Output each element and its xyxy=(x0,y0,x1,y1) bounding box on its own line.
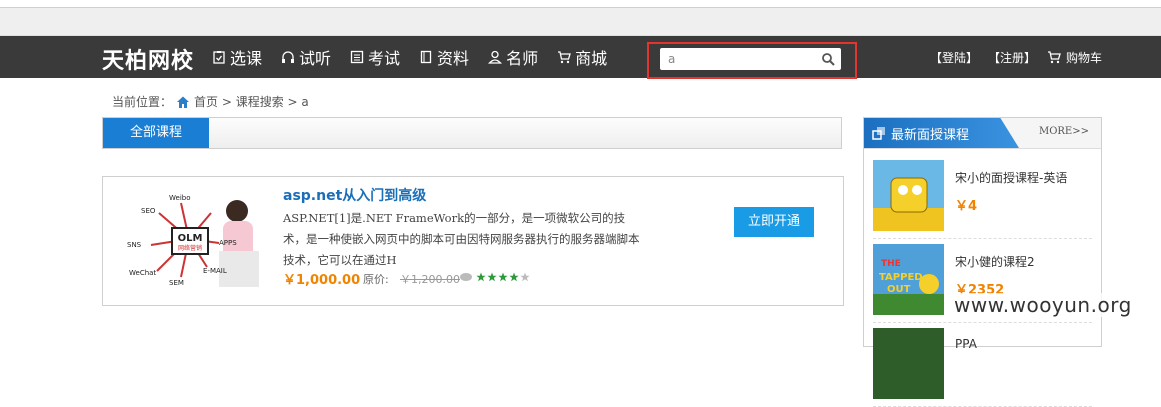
clipboard-check-icon xyxy=(213,51,225,64)
thumb-label-sem: SEM xyxy=(169,279,184,287)
cart-label: 购物车 xyxy=(1066,50,1103,65)
search-input[interactable] xyxy=(668,50,808,68)
course-tab-bar: 全部课程 xyxy=(102,117,842,149)
more-link[interactable]: MORE>> xyxy=(1039,126,1089,137)
thumb-label-wechat: WeChat xyxy=(129,269,156,277)
svg-text:OUT: OUT xyxy=(887,284,911,295)
course-image xyxy=(873,328,944,399)
side-item-name: 宋小健的课程2 xyxy=(955,255,1035,269)
top-gray-bar xyxy=(0,8,1161,36)
star-icon xyxy=(509,272,519,282)
side-panel-title: 最新面授课程 xyxy=(891,128,970,143)
original-price: ￥1,200.00 xyxy=(400,273,460,286)
document-list-icon xyxy=(350,50,364,64)
course-thumbnail[interactable]: OLM 网络营销 SEO Weibo SNS APPS WeChat E-MAI… xyxy=(119,191,265,287)
main-nav: 选课 试听 考试 资料 名师 商城 xyxy=(212,36,626,78)
star-icon xyxy=(476,272,486,282)
thumb-label-sns: SNS xyxy=(127,241,142,249)
breadcrumb-sep: > xyxy=(218,94,236,109)
side-panel-header: 最新面授课程 MORE>> xyxy=(864,118,1101,149)
nav-label: 资料 xyxy=(437,49,470,68)
nav-item-ziliao[interactable]: 资料 xyxy=(419,45,469,69)
breadcrumb-prefix: 当前位置： xyxy=(112,95,173,109)
thumb-label-seo: SEO xyxy=(141,207,156,215)
side-item-price: ￥4 xyxy=(955,199,978,214)
side-item-name: 宋小的面授课程-英语 xyxy=(955,171,1068,185)
thumb-label-olm: OLM xyxy=(178,233,203,244)
open-now-button[interactable]: 立即开通 xyxy=(734,207,814,237)
breadcrumb: 当前位置： 首页 > 课程搜索 > a xyxy=(112,93,309,110)
headphones-icon xyxy=(282,51,295,63)
nav-item-mingshi[interactable]: 名师 xyxy=(488,45,538,69)
nav-label: 选课 xyxy=(230,49,263,68)
site-logo[interactable]: 天柏网校 xyxy=(102,43,194,75)
course-image: THE TAPPED OUT xyxy=(873,244,944,315)
original-price-label: 原价: xyxy=(363,273,389,286)
star-icon xyxy=(487,272,497,282)
nav-item-shiting[interactable]: 试听 xyxy=(281,45,331,69)
course-card: OLM 网络营销 SEO Weibo SNS APPS WeChat E-MAI… xyxy=(102,176,844,306)
nav-item-xuanke[interactable]: 选课 xyxy=(212,45,262,69)
star-icon xyxy=(520,272,530,282)
course-rating xyxy=(459,272,531,282)
rating-stars xyxy=(476,272,531,282)
browser-top-strip xyxy=(0,0,1161,8)
squares-icon xyxy=(872,127,885,140)
user-icon xyxy=(488,50,503,64)
breadcrumb-sep: > xyxy=(283,94,302,109)
watermark-text: www.wooyun.org xyxy=(952,293,1134,317)
breadcrumb-keyword: a xyxy=(301,94,309,109)
nav-item-kaoshi[interactable]: 考试 xyxy=(350,45,400,69)
home-icon xyxy=(177,96,190,108)
breadcrumb-home[interactable]: 首页 xyxy=(194,93,218,110)
user-links: 【登陆】 【注册】 购物车 xyxy=(930,36,1112,78)
thumb-label-sub: 网络营销 xyxy=(178,244,202,252)
side-list-item[interactable]: 宋小的面授课程-英语 ￥4 xyxy=(873,158,1092,239)
cart-link[interactable]: 购物车 xyxy=(1046,49,1112,66)
course-image xyxy=(873,160,944,231)
breadcrumb-search[interactable]: 课程搜索 xyxy=(236,93,284,110)
olm-diagram-image: OLM 网络营销 SEO Weibo SNS APPS WeChat E-MAI… xyxy=(119,191,265,287)
thumb-label-email: E-MAIL xyxy=(203,267,227,275)
comment-icon xyxy=(460,273,472,281)
tab-all-courses[interactable]: 全部课程 xyxy=(103,118,209,148)
nav-item-shangcheng[interactable]: 商城 xyxy=(557,45,607,69)
svg-text:THE: THE xyxy=(881,259,901,269)
nav-label: 考试 xyxy=(368,49,401,68)
search-icon[interactable] xyxy=(821,52,835,66)
nav-label: 名师 xyxy=(506,49,539,68)
login-link[interactable]: 【登陆】 xyxy=(930,49,978,66)
nav-label: 商城 xyxy=(575,49,608,68)
nav-label: 试听 xyxy=(299,49,332,68)
thumb-label-weibo: Weibo xyxy=(169,194,191,202)
cart-icon xyxy=(1048,51,1061,64)
site-header: 天柏网校 选课 试听 考试 资料 名师 商城 【登陆】 【注册】 购物车 xyxy=(0,36,1161,78)
search-box xyxy=(660,48,841,70)
register-link[interactable]: 【注册】 xyxy=(988,49,1036,66)
book-icon xyxy=(420,50,432,64)
cart-icon xyxy=(558,51,571,64)
course-title[interactable]: asp.net从入门到高级 xyxy=(283,185,426,205)
svg-text:TAPPED: TAPPED xyxy=(879,272,923,283)
thumb-label-apps: APPS xyxy=(219,239,237,247)
course-description: ASP.NET[1]是.NET FrameWork的一部分，是一项微软公司的技术… xyxy=(283,211,640,267)
side-list-item[interactable]: PPA xyxy=(873,326,1092,407)
star-icon xyxy=(498,272,508,282)
course-price: ￥1,000.00 xyxy=(283,273,361,288)
side-item-name: PPA xyxy=(955,337,977,351)
